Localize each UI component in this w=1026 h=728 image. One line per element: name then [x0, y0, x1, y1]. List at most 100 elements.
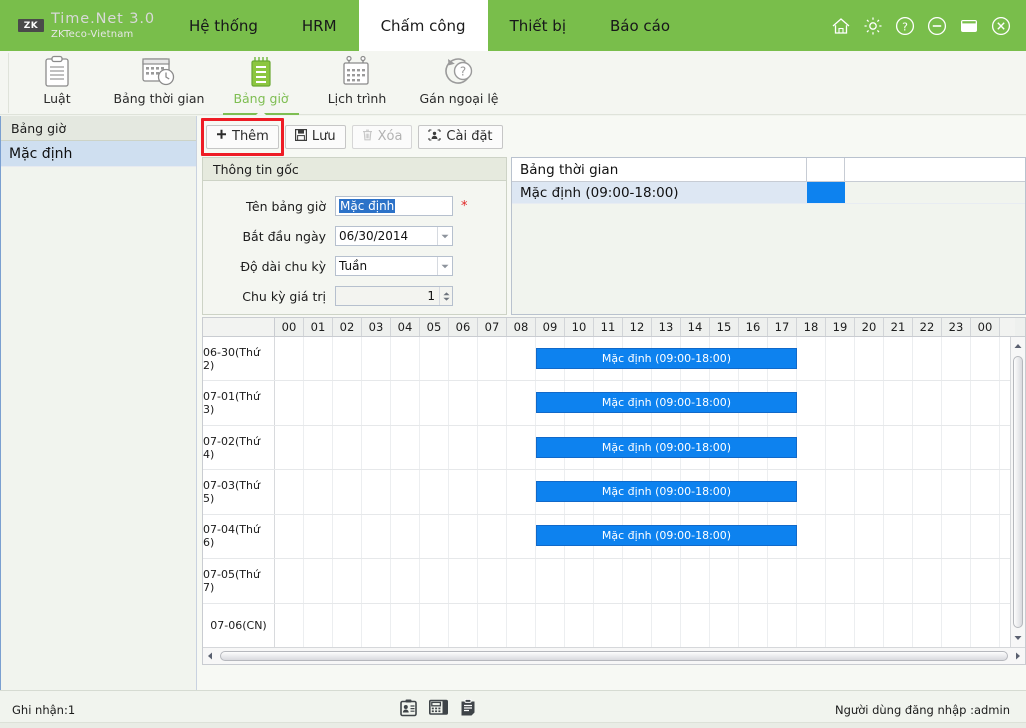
- timeline-cell[interactable]: [942, 515, 971, 558]
- timeline-cell[interactable]: [391, 337, 420, 380]
- settings-button[interactable]: Cài đặt: [418, 125, 502, 149]
- timeline-cell[interactable]: [855, 559, 884, 602]
- report-clipboard-icon[interactable]: [460, 699, 476, 721]
- timeline-cell[interactable]: [391, 515, 420, 558]
- menu-item-cham-cong[interactable]: Chấm công: [359, 0, 488, 51]
- timeline-cell[interactable]: [420, 604, 449, 647]
- timeline-cell[interactable]: [478, 381, 507, 424]
- timeline-cell[interactable]: [797, 559, 826, 602]
- timeline-cell[interactable]: [797, 426, 826, 469]
- timeline-cell[interactable]: [855, 470, 884, 513]
- timeline-cell[interactable]: [942, 604, 971, 647]
- timeline-cell[interactable]: [362, 515, 391, 558]
- chevron-down-icon[interactable]: [437, 257, 452, 275]
- timeline-cell[interactable]: [304, 470, 333, 513]
- timeline-cell[interactable]: [826, 426, 855, 469]
- timeline-cell[interactable]: [304, 559, 333, 602]
- timeline-cell[interactable]: [478, 559, 507, 602]
- timeline-cell[interactable]: [971, 470, 1000, 513]
- timeline-cell[interactable]: [507, 604, 536, 647]
- ribbon-item-bang-gio[interactable]: Bảng giờ: [213, 51, 309, 113]
- help-icon[interactable]: ?: [894, 15, 916, 37]
- timeline-cell[interactable]: [275, 426, 304, 469]
- timeline-cell[interactable]: [333, 381, 362, 424]
- timeline-cell[interactable]: [333, 515, 362, 558]
- timeline-row-cells[interactable]: [275, 559, 1010, 602]
- timeline-cell[interactable]: [391, 470, 420, 513]
- timeline-cell[interactable]: [797, 470, 826, 513]
- menu-item-hrm[interactable]: HRM: [280, 0, 359, 51]
- timeline-cell[interactable]: [565, 604, 594, 647]
- timeline-cell[interactable]: [797, 515, 826, 558]
- timeline-cell[interactable]: [449, 604, 478, 647]
- timeline-cell[interactable]: [942, 470, 971, 513]
- timeline-cell[interactable]: [594, 604, 623, 647]
- timeline-cell[interactable]: [797, 604, 826, 647]
- timeline-shift-bar[interactable]: Mặc định (09:00-18:00): [536, 481, 797, 502]
- timeline-cell[interactable]: [420, 381, 449, 424]
- timeline-cell[interactable]: [855, 381, 884, 424]
- timeline-cell[interactable]: [507, 381, 536, 424]
- scroll-right-icon[interactable]: [1011, 649, 1025, 663]
- timeline-row-cells[interactable]: Mặc định (09:00-18:00): [275, 426, 1010, 469]
- timeline-cell[interactable]: [884, 604, 913, 647]
- scroll-up-icon[interactable]: [1011, 339, 1025, 353]
- timeline-cell[interactable]: [536, 604, 565, 647]
- timeline-cell[interactable]: [971, 337, 1000, 380]
- timeline-cell[interactable]: [942, 381, 971, 424]
- timeline-cell[interactable]: [971, 604, 1000, 647]
- timeline-cell[interactable]: [449, 381, 478, 424]
- timeline-cell[interactable]: [275, 604, 304, 647]
- timeline-cell[interactable]: [942, 337, 971, 380]
- timeline-cell[interactable]: [855, 515, 884, 558]
- timeline-cell[interactable]: [275, 559, 304, 602]
- timeline-cell[interactable]: [768, 559, 797, 602]
- timeline-cell[interactable]: [420, 559, 449, 602]
- timeline-cell[interactable]: [797, 381, 826, 424]
- spinner-buttons[interactable]: [439, 287, 452, 305]
- timeline-shift-bar[interactable]: Mặc định (09:00-18:00): [536, 525, 797, 546]
- close-icon[interactable]: [990, 15, 1012, 37]
- timeline-cell[interactable]: [449, 515, 478, 558]
- id-card-icon[interactable]: [400, 699, 417, 721]
- timeline-cell[interactable]: [884, 559, 913, 602]
- menu-item-bao-cao[interactable]: Báo cáo: [588, 0, 692, 51]
- device-terminal-icon[interactable]: [429, 699, 448, 720]
- timeline-cell[interactable]: [362, 604, 391, 647]
- timeline-cell[interactable]: [884, 426, 913, 469]
- timeline-shift-bar[interactable]: Mặc định (09:00-18:00): [536, 392, 797, 413]
- timeline-cell[interactable]: [710, 604, 739, 647]
- timeline-cell[interactable]: [884, 337, 913, 380]
- timeline-cell[interactable]: [826, 337, 855, 380]
- timeline-cell[interactable]: [362, 559, 391, 602]
- horizontal-scrollbar[interactable]: [203, 647, 1025, 664]
- cycle-length-select[interactable]: Tuần: [335, 256, 453, 276]
- timeline-cell[interactable]: [420, 426, 449, 469]
- timeline-cell[interactable]: [826, 515, 855, 558]
- timeline-cell[interactable]: [333, 559, 362, 602]
- ribbon-item-bang-thoi-gian[interactable]: Bảng thời gian: [105, 51, 213, 113]
- menu-item-he-thong[interactable]: Hệ thống: [167, 0, 280, 51]
- timeline-cell[interactable]: [971, 515, 1000, 558]
- timeline-cell[interactable]: [304, 381, 333, 424]
- timeline-row-cells[interactable]: Mặc định (09:00-18:00): [275, 470, 1010, 513]
- timeline-cell[interactable]: [304, 337, 333, 380]
- timeline-cell[interactable]: [826, 559, 855, 602]
- timeline-cell[interactable]: [362, 470, 391, 513]
- scroll-left-icon[interactable]: [203, 649, 217, 663]
- name-input[interactable]: Mặc định: [335, 196, 453, 216]
- vertical-scrollbar-thumb[interactable]: [1013, 356, 1023, 628]
- timeline-cell[interactable]: [391, 381, 420, 424]
- ribbon-item-luat[interactable]: Luật: [9, 51, 105, 113]
- timeline-cell[interactable]: [623, 604, 652, 647]
- timeline-cell[interactable]: [971, 426, 1000, 469]
- add-button[interactable]: Thêm: [206, 125, 279, 149]
- timeline-cell[interactable]: [449, 337, 478, 380]
- timeline-cell[interactable]: [275, 515, 304, 558]
- timeline-cell[interactable]: [971, 559, 1000, 602]
- table-row[interactable]: Mặc định (09:00-18:00): [512, 182, 1025, 204]
- timeline-cell[interactable]: [333, 470, 362, 513]
- home-icon[interactable]: [830, 15, 852, 37]
- timeline-cell[interactable]: [884, 515, 913, 558]
- timeline-cell[interactable]: [855, 426, 884, 469]
